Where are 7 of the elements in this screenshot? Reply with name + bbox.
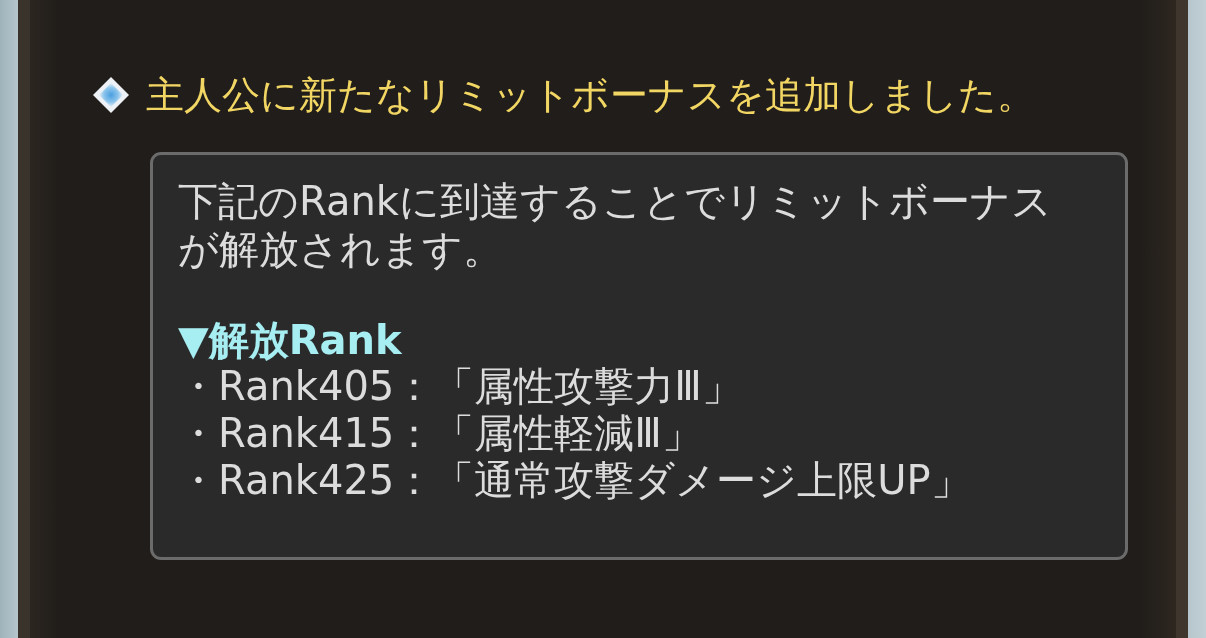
notice-title: 主人公に新たなリミットボーナスを追加しました。 (146, 72, 1035, 118)
rank-bonus-item: ・Rank425：「通常攻撃ダメージ上限UP」 (178, 457, 972, 504)
section-heading: ▼解放Rank (178, 317, 403, 363)
rank-bonus-item: ・Rank415：「属性軽減Ⅲ」 (178, 410, 703, 457)
rank-bonus-item: ・Rank405：「属性攻撃力Ⅲ」 (178, 363, 743, 410)
info-message: 下記のRankに到達することでリミットボーナスが解放されます。 (178, 177, 1053, 273)
diamond-icon (92, 76, 130, 114)
